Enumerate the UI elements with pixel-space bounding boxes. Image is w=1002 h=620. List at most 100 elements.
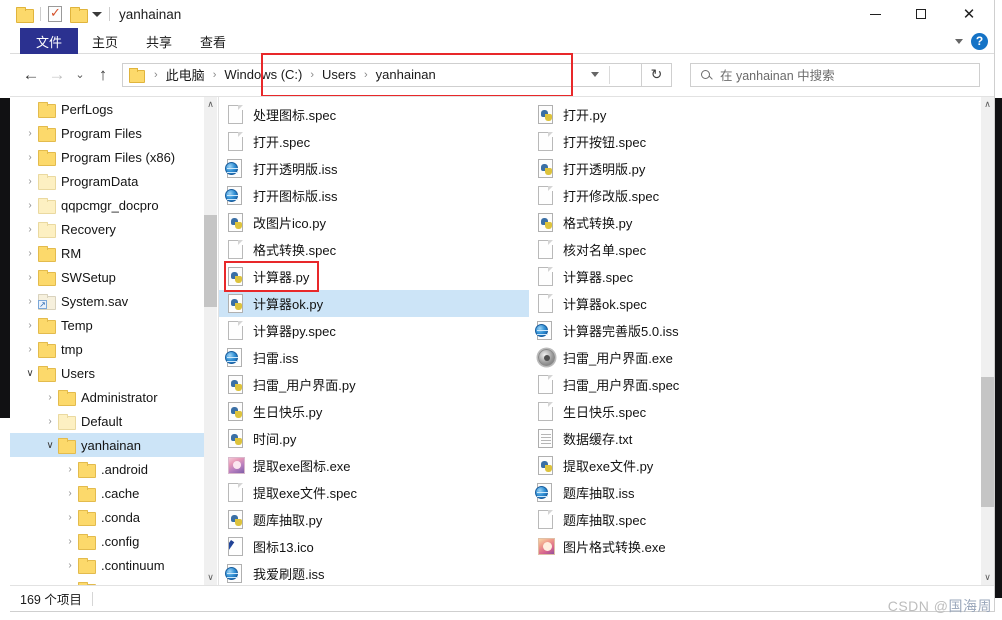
chevron-right-icon[interactable]: ›: [22, 248, 38, 259]
chevron-right-icon[interactable]: ›: [22, 344, 38, 355]
file-row[interactable]: 改图片ico.py: [219, 209, 529, 236]
file-row[interactable]: 提取exe图标.exe: [219, 452, 529, 479]
file-row[interactable]: 时间.py: [219, 425, 529, 452]
chevron-down-icon[interactable]: ∨: [22, 368, 38, 379]
folder-icon[interactable]: [16, 7, 34, 23]
file-row[interactable]: 打开图标版.iss: [219, 182, 529, 209]
chevron-right-icon[interactable]: ›: [22, 176, 38, 187]
customize-quick-access-icon[interactable]: [92, 11, 102, 17]
address-dropdown-button[interactable]: [582, 64, 608, 86]
tree-item-recovery[interactable]: › Recovery: [10, 217, 204, 241]
tree-item-.android[interactable]: › .android: [10, 457, 204, 481]
tree-item-programdata[interactable]: › ProgramData: [10, 169, 204, 193]
chevron-right-icon[interactable]: ›: [62, 536, 78, 547]
chevron-right-icon[interactable]: ›: [62, 464, 78, 475]
file-row[interactable]: 扫雷.iss: [219, 344, 529, 371]
chevron-right-icon[interactable]: ›: [62, 512, 78, 523]
maximize-button[interactable]: [898, 0, 944, 28]
file-row[interactable]: 题库抽取.py: [219, 506, 529, 533]
chevron-right-icon[interactable]: ›: [22, 320, 38, 331]
tree-item-administrator[interactable]: › Administrator: [10, 385, 204, 409]
scroll-up-button[interactable]: ∧: [981, 97, 994, 112]
breadcrumb-item-windows-c[interactable]: Windows (C:): [222, 67, 304, 82]
back-button[interactable]: ←: [18, 61, 44, 89]
chevron-right-icon[interactable]: ›: [42, 392, 58, 403]
help-button[interactable]: ?: [971, 32, 988, 50]
breadcrumb-bar[interactable]: › 此电脑 › Windows (C:) › Users › yanhainan: [122, 52, 642, 97]
minimize-button[interactable]: [852, 0, 898, 28]
up-button[interactable]: ↑: [90, 61, 116, 89]
properties-icon[interactable]: [48, 5, 62, 22]
forward-button[interactable]: →: [44, 61, 70, 89]
tree-item-system.sav[interactable]: › ↗ System.sav: [10, 289, 204, 313]
tree-item-.config[interactable]: › .config: [10, 529, 204, 553]
chevron-right-icon[interactable]: ›: [42, 416, 58, 427]
scroll-down-button[interactable]: ∨: [204, 570, 217, 585]
file-row[interactable]: 题库抽取.iss: [529, 479, 839, 506]
chevron-right-icon[interactable]: ›: [22, 296, 38, 307]
breadcrumb-item-this-pc[interactable]: 此电脑: [164, 65, 207, 84]
file-row[interactable]: 计算器.spec: [529, 263, 839, 290]
chevron-down-icon[interactable]: ∨: [42, 440, 58, 451]
chevron-right-icon[interactable]: ›: [22, 152, 38, 163]
search-input[interactable]: 在 yanhainan 中搜索: [720, 65, 835, 84]
tab-view[interactable]: 查看: [186, 28, 240, 54]
file-row[interactable]: 题库抽取.spec: [529, 506, 839, 533]
file-row[interactable]: 处理图标.spec: [219, 101, 529, 128]
file-list-scrollbar[interactable]: ∧ ∨: [981, 97, 994, 585]
close-button[interactable]: ✕: [944, 0, 994, 28]
file-row[interactable]: 打开透明版.py: [529, 155, 839, 182]
tree-item-swsetup[interactable]: › SWSetup: [10, 265, 204, 289]
scroll-thumb[interactable]: [981, 377, 994, 507]
recent-locations-button[interactable]: ⌄: [70, 61, 90, 89]
file-row[interactable]: 打开按钮.spec: [529, 128, 839, 155]
chevron-right-icon[interactable]: ›: [22, 200, 38, 211]
file-row[interactable]: 格式转换.py: [529, 209, 839, 236]
chevron-right-icon[interactable]: ›: [22, 272, 38, 283]
tree-item-perflogs[interactable]: PerfLogs: [10, 97, 204, 121]
tree-item-programfilesx86[interactable]: › Program Files (x86): [10, 145, 204, 169]
tree-item-temp[interactable]: › Temp: [10, 313, 204, 337]
chevron-right-icon[interactable]: ›: [62, 560, 78, 571]
file-row[interactable]: 计算器ok.py: [219, 290, 529, 317]
tree-item-default[interactable]: › Default: [10, 409, 204, 433]
tree-item-.continuum[interactable]: › .continuum: [10, 553, 204, 577]
file-row[interactable]: 计算器ok.spec: [529, 290, 839, 317]
tab-share[interactable]: 共享: [132, 28, 186, 54]
tree-item-programfiles[interactable]: › Program Files: [10, 121, 204, 145]
tab-file[interactable]: 文件: [20, 28, 79, 54]
file-row[interactable]: 计算器.py: [219, 263, 529, 290]
file-row[interactable]: 图片格式转换.exe: [529, 533, 839, 560]
file-row[interactable]: 生日快乐.spec: [529, 398, 839, 425]
chevron-right-icon[interactable]: ›: [62, 488, 78, 499]
tree-item-tmp[interactable]: › tmp: [10, 337, 204, 361]
scroll-thumb[interactable]: [204, 215, 217, 307]
file-row[interactable]: 数据缓存.txt: [529, 425, 839, 452]
search-box[interactable]: 在 yanhainan 中搜索: [690, 62, 980, 87]
chevron-right-icon[interactable]: ›: [22, 128, 38, 139]
scroll-up-button[interactable]: ∧: [204, 97, 217, 112]
file-row[interactable]: 提取exe文件.py: [529, 452, 839, 479]
file-row[interactable]: 提取exe文件.spec: [219, 479, 529, 506]
tab-home[interactable]: 主页: [78, 28, 132, 54]
file-row[interactable]: 计算器完善版5.0.iss: [529, 317, 839, 344]
tree-item-yanhainan[interactable]: ∨ yanhainan: [10, 433, 204, 457]
tree-item-.cache[interactable]: › .cache: [10, 481, 204, 505]
file-row[interactable]: 打开修改版.spec: [529, 182, 839, 209]
scroll-down-button[interactable]: ∨: [981, 570, 994, 585]
chevron-right-icon[interactable]: ›: [22, 224, 38, 235]
file-row[interactable]: 扫雷_用户界面.exe: [529, 344, 839, 371]
file-row[interactable]: 扫雷_用户界面.py: [219, 371, 529, 398]
new-folder-icon[interactable]: [70, 7, 88, 23]
file-row[interactable]: 打开透明版.iss: [219, 155, 529, 182]
file-row[interactable]: 图标13.ico: [219, 533, 529, 560]
file-row[interactable]: 计算器py.spec: [219, 317, 529, 344]
tree-item-n20[interactable]: ›: [10, 577, 204, 585]
breadcrumb-item-users[interactable]: Users: [320, 67, 358, 82]
file-row[interactable]: 打开.spec: [219, 128, 529, 155]
chevron-down-icon[interactable]: [955, 38, 963, 44]
file-row[interactable]: 打开.py: [529, 101, 839, 128]
tree-item-.conda[interactable]: › .conda: [10, 505, 204, 529]
tree-item-rm[interactable]: › RM: [10, 241, 204, 265]
breadcrumb-item-yanhainan[interactable]: yanhainan: [374, 67, 438, 82]
